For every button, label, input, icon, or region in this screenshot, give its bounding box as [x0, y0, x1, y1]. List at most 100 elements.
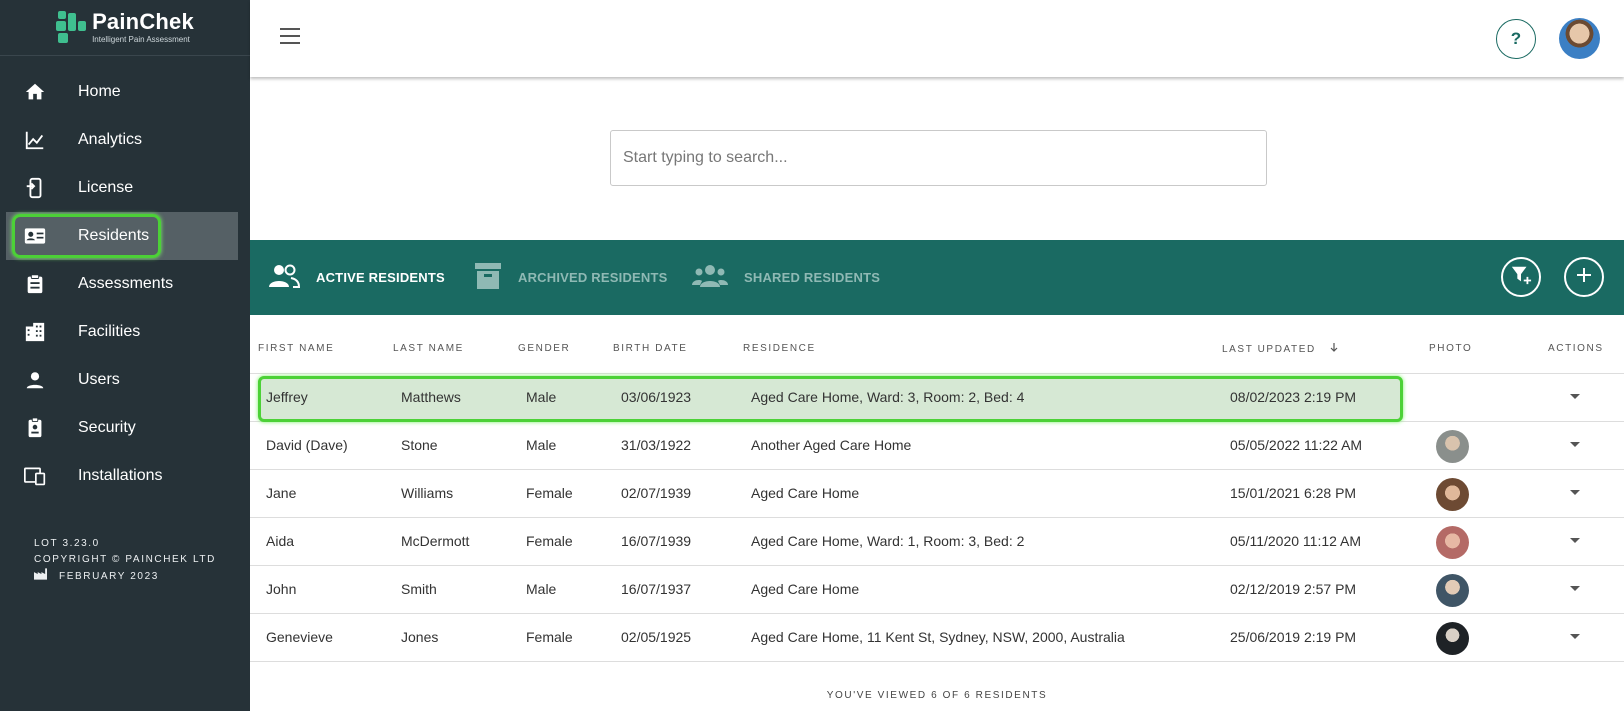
- logo[interactable]: PainChek Intelligent Pain Assessment: [0, 0, 250, 56]
- add-resident-button[interactable]: [1564, 257, 1604, 297]
- sidebar-item-label: Security: [78, 419, 136, 436]
- cell-gender: Female: [526, 485, 573, 501]
- header-last-updated[interactable]: LAST UPDATED: [1222, 343, 1338, 356]
- user-avatar[interactable]: [1559, 18, 1600, 59]
- clipboard-icon: [24, 273, 46, 295]
- cell-last: Williams: [401, 485, 454, 501]
- sidebar-item-facilities[interactable]: Facilities: [0, 308, 250, 356]
- cell-birth: 31/03/1922: [621, 437, 692, 453]
- cell-residence: Aged Care Home: [751, 485, 860, 501]
- id-card-icon: [24, 225, 46, 247]
- cell-updated: 02/12/2019 2:57 PM: [1230, 581, 1357, 597]
- row-actions-dropdown-icon[interactable]: [1570, 442, 1580, 447]
- release-date: FEBRUARY 2023: [59, 571, 159, 582]
- factory-icon: [34, 568, 47, 586]
- plus-icon: [1575, 266, 1593, 289]
- resident-photo: [1436, 574, 1469, 607]
- filter-add-icon: [1510, 264, 1532, 291]
- sidebar-item-label: Analytics: [78, 131, 143, 148]
- cell-last: Jones: [401, 629, 439, 645]
- archive-icon: [474, 262, 502, 293]
- residents-table: FIRST NAME LAST NAME GENDER BIRTH DATE R…: [250, 315, 1624, 701]
- table-body: Jeffrey Matthews Male 03/06/1923 Aged Care H…: [250, 374, 1624, 662]
- row-actions-dropdown-icon[interactable]: [1570, 634, 1580, 639]
- header-residence[interactable]: RESIDENCE: [743, 343, 816, 354]
- sidebar-item-home[interactable]: Home: [0, 68, 250, 116]
- cell-residence: Aged Care Home: [751, 581, 860, 597]
- table-row[interactable]: Genevieve Jones Female 02/05/1925 Aged Care …: [250, 614, 1624, 662]
- sidebar-item-residents[interactable]: Residents: [0, 212, 250, 260]
- cell-first: David (Dave): [266, 437, 348, 453]
- sidebar-item-label: License: [78, 179, 134, 196]
- table-header: FIRST NAME LAST NAME GENDER BIRTH DATE R…: [250, 315, 1624, 374]
- header-photo: PHOTO: [1429, 343, 1473, 354]
- row-actions-dropdown-icon[interactable]: [1570, 586, 1580, 591]
- sidebar-item-security[interactable]: Security: [0, 404, 250, 452]
- person-icon: [24, 369, 46, 391]
- cell-updated: 05/11/2020 11:12 AM: [1230, 533, 1362, 549]
- filter-add-button[interactable]: [1501, 257, 1541, 297]
- cell-gender: Female: [526, 533, 573, 549]
- version-info: LOT 3.23.0 COPYRIGHT © PAINCHEK LTD FEBR…: [34, 536, 216, 586]
- painchek-logo-icon: [56, 10, 87, 45]
- cell-residence: Aged Care Home, 11 Kent St, Sydney, NSW,…: [751, 629, 1125, 645]
- table-row[interactable]: Jeffrey Matthews Male 03/06/1923 Aged Care H…: [250, 374, 1624, 422]
- hamburger-menu-icon[interactable]: [280, 28, 300, 44]
- cell-updated: 25/06/2019 2:19 PM: [1230, 629, 1357, 645]
- help-button[interactable]: ?: [1496, 19, 1536, 59]
- tab-label: ACTIVE RESIDENTS: [316, 270, 445, 285]
- tab-active-residents[interactable]: ACTIVE RESIDENTS: [268, 240, 445, 315]
- header-last-name[interactable]: LAST NAME: [393, 343, 464, 354]
- sidebar-item-label: Home: [78, 83, 121, 100]
- table-row[interactable]: Jane Williams Female 02/07/1939 Aged Care Ho…: [250, 470, 1624, 518]
- sidebar-item-assessments[interactable]: Assessments: [0, 260, 250, 308]
- resident-photo: [1436, 622, 1469, 655]
- table-row[interactable]: John Smith Male 16/07/1937 Aged Care Home 02/…: [250, 566, 1624, 614]
- sidebar-item-label: Installations: [78, 467, 163, 484]
- top-bar: ?: [250, 0, 1624, 77]
- brand-name: PainChek: [92, 9, 194, 34]
- group-icon: [692, 264, 728, 291]
- building-icon: [24, 321, 46, 343]
- badge-icon: [24, 417, 46, 439]
- cell-last: Smith: [401, 581, 437, 597]
- sidebar-item-label: Residents: [78, 227, 150, 244]
- header-actions: ACTIONS: [1548, 343, 1604, 354]
- sidebar-item-users[interactable]: Users: [0, 356, 250, 404]
- devices-icon: [24, 465, 46, 487]
- cell-updated: 05/05/2022 11:22 AM: [1230, 437, 1363, 453]
- row-actions-dropdown-icon[interactable]: [1570, 394, 1580, 399]
- sidebar-item-label: Users: [78, 371, 120, 388]
- table-row[interactable]: David (Dave) Stone Male 31/03/1922 Another A…: [250, 422, 1624, 470]
- row-actions-dropdown-icon[interactable]: [1570, 490, 1580, 495]
- sidebar-item-analytics[interactable]: Analytics: [0, 116, 250, 164]
- cell-first: Aida: [266, 533, 295, 549]
- sidebar: PainChek Intelligent Pain Assessment Hom…: [0, 0, 250, 711]
- table-row[interactable]: Aida McDermott Female 16/07/1939 Aged Care H…: [250, 518, 1624, 566]
- header-gender[interactable]: GENDER: [518, 343, 570, 354]
- home-icon: [24, 81, 46, 103]
- header-birth-date[interactable]: BIRTH DATE: [613, 343, 688, 354]
- cell-birth: 02/07/1939: [621, 485, 692, 501]
- people-icon: [268, 263, 301, 292]
- copyright: COPYRIGHT © PAINCHEK LTD: [34, 554, 216, 565]
- sidebar-item-installations[interactable]: Installations: [0, 452, 250, 500]
- cell-residence: Another Aged Care Home: [751, 437, 912, 453]
- tab-archived-residents[interactable]: ARCHIVED RESIDENTS: [474, 240, 668, 315]
- brand-tagline: Intelligent Pain Assessment: [92, 35, 190, 44]
- row-actions-dropdown-icon[interactable]: [1570, 538, 1580, 543]
- cell-gender: Male: [526, 581, 557, 597]
- header-first-name[interactable]: FIRST NAME: [258, 343, 334, 354]
- cell-gender: Male: [526, 389, 557, 405]
- cell-residence: Aged Care Home, Ward: 3, Room: 2, Bed: 4: [751, 389, 1025, 405]
- cell-last: McDermott: [401, 533, 470, 549]
- cell-gender: Male: [526, 437, 557, 453]
- resident-photo: [1436, 430, 1469, 463]
- chart-icon: [24, 129, 46, 151]
- residents-tabs-bar: ACTIVE RESIDENTS ARCHIVED RESIDENTS SHAR…: [250, 240, 1624, 315]
- tab-label: SHARED RESIDENTS: [744, 270, 881, 285]
- cell-updated: 15/01/2021 6:28 PM: [1230, 485, 1357, 501]
- search-input[interactable]: [610, 130, 1267, 186]
- sidebar-item-license[interactable]: License: [0, 164, 250, 212]
- tab-shared-residents[interactable]: SHARED RESIDENTS: [692, 240, 880, 315]
